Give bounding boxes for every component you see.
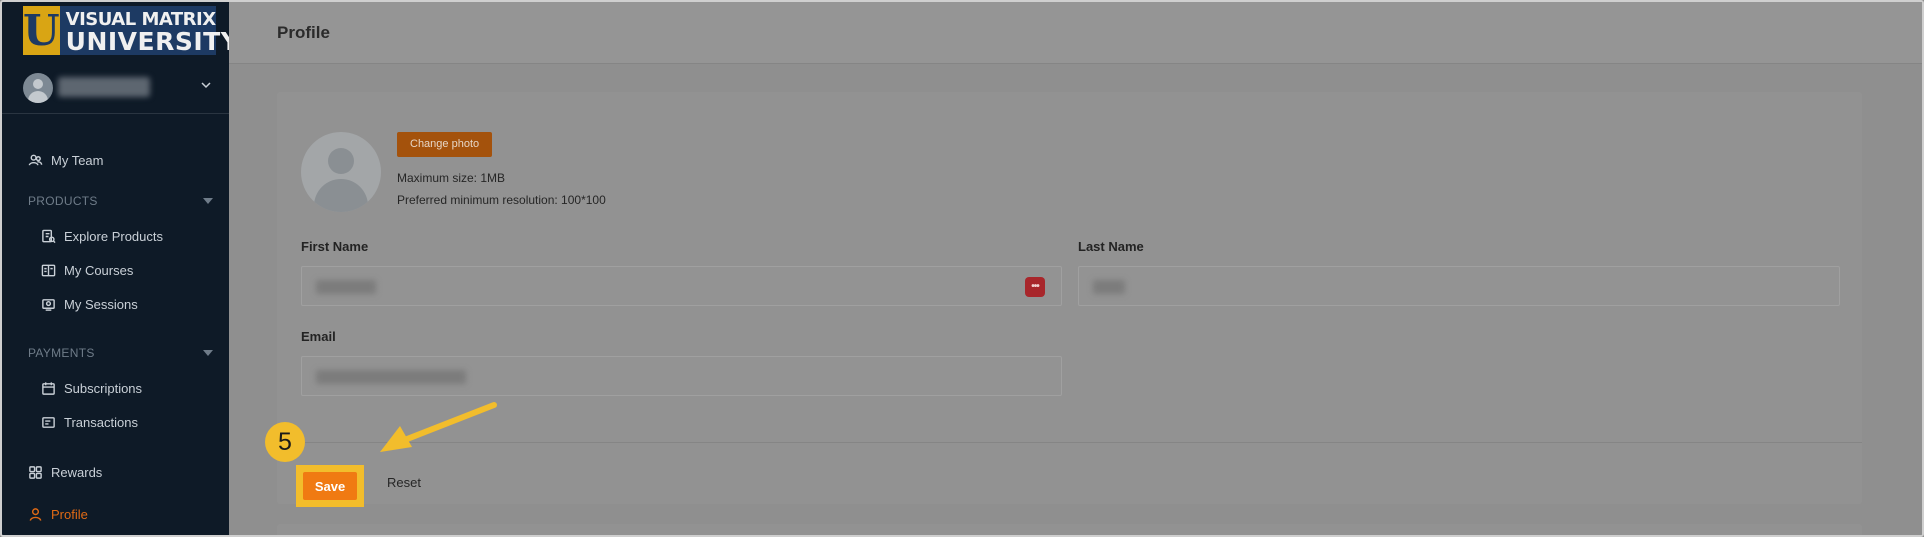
profile-card: Change photo Maximum size: 1MB Preferred… [277,92,1862,507]
email-field[interactable] [301,356,1062,396]
sidebar-item-my-sessions[interactable]: My Sessions [41,297,138,312]
receipt-icon [42,417,55,428]
sidebar-item-label: My Sessions [64,297,138,312]
change-photo-button[interactable]: Change photo [397,132,493,157]
chevron-down-icon[interactable] [199,78,213,92]
user-name-redacted [58,77,150,97]
university-logo[interactable]: U VISUAL MATRIX UNIVERSITY [23,6,239,55]
sidebar-item-profile[interactable]: Profile [28,507,88,522]
resolution-hint: Preferred minimum resolution: 100*100 [397,193,606,207]
page-title: Profile [277,23,330,42]
sidebar-item-label: Transactions [64,415,138,430]
pointer-arrow-icon [380,402,497,452]
calendar-icon [42,382,55,395]
sessions-icon [42,299,55,311]
sidebar-item-label: Profile [51,507,88,522]
sidebar-item-rewards[interactable]: Rewards [28,465,102,480]
last-name-label: Last Name [1078,239,1144,254]
logo-line-2: UNIVERSITY [65,26,240,56]
courses-icon [41,264,56,277]
sidebar-item-label: Explore Products [64,229,163,244]
logo-mark: U [23,6,60,55]
caret-down-icon [203,350,213,356]
sidebar-item-label: Rewards [51,465,103,480]
first-name-field[interactable]: ••• [301,266,1062,306]
caret-down-icon [203,198,213,204]
profile-avatar [301,132,381,212]
sidebar-item-my-courses[interactable]: My Courses [41,263,133,278]
first-name-label: First Name [301,239,369,254]
step-number-badge: 5 [265,422,305,462]
first-name-value-redacted [316,280,376,294]
user-icon [29,508,42,521]
app-window: U VISUAL MATRIX UNIVERSITY My Team PRODU… [0,0,1924,537]
top-bar: Profile [229,2,1922,64]
max-size-hint: Maximum size: 1MB [397,171,506,185]
last-name-value-redacted [1093,280,1125,294]
user-avatar [23,73,53,103]
team-icon [28,154,43,166]
last-name-field[interactable] [1078,266,1840,306]
section-products[interactable]: PRODUCTS [28,194,213,208]
sidebar-item-subscriptions[interactable]: Subscriptions [41,381,142,396]
reset-button[interactable]: Reset [387,469,421,497]
sidebar-item-explore-products[interactable]: Explore Products [41,229,163,244]
save-highlight: Save [296,465,364,507]
email-label: Email [301,329,336,344]
sidebar-item-label: Subscriptions [64,381,143,396]
secondary-card [277,524,1862,535]
sidebar-item-my-team[interactable]: My Team [28,153,104,168]
save-button[interactable]: Save [303,472,357,500]
sidebar: U VISUAL MATRIX UNIVERSITY My Team PRODU… [2,2,239,535]
sidebar-item-label: My Team [51,153,104,168]
divider [277,442,1862,443]
password-manager-icon[interactable]: ••• [1025,277,1045,297]
grid-icon [29,466,42,479]
sidebar-item-label: My Courses [64,263,134,278]
email-value-redacted [316,370,466,384]
sidebar-item-transactions[interactable]: Transactions [41,415,138,430]
section-payments[interactable]: PAYMENTS [28,346,213,360]
explore-products-icon [42,229,56,244]
user-menu[interactable] [2,66,229,114]
